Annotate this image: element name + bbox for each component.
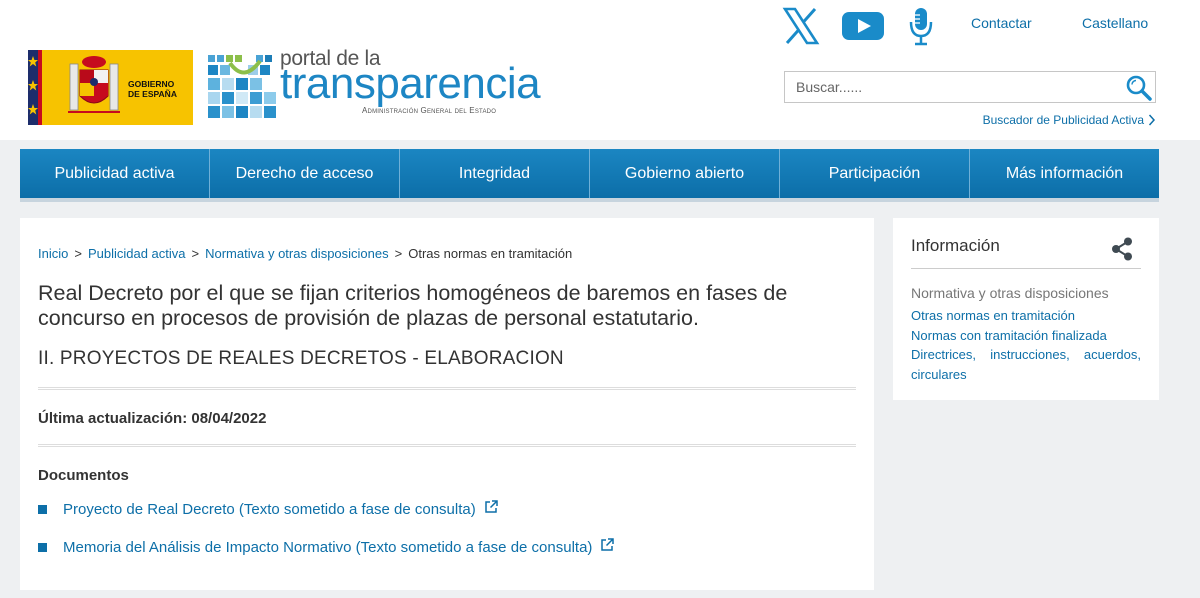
gobierno-espana-logo[interactable]: GOBIERNO DE ESPAÑA	[28, 50, 193, 125]
divider	[38, 387, 856, 390]
divider	[38, 444, 856, 447]
side-link-otras-normas[interactable]: Otras normas en tramitación	[911, 306, 1141, 326]
breadcrumb-normativa[interactable]: Normativa y otras disposiciones	[205, 246, 389, 261]
social-links	[782, 6, 934, 51]
main-content: Inicio > Publicidad activa > Normativa y…	[20, 218, 874, 590]
buscador-publicidad-activa-link[interactable]: Buscador de Publicidad Activa	[983, 113, 1156, 127]
information-panel-title: Información	[911, 236, 1000, 255]
external-link-icon[interactable]	[600, 538, 615, 556]
header: Contactar Castellano GOBIERNO DE ESPAÑA	[0, 0, 1200, 140]
portal-logo-line2: transparencia	[280, 59, 541, 108]
breadcrumb-current: Otras normas en tramitación	[408, 246, 573, 261]
breadcrumb-separator: >	[394, 246, 403, 261]
page-title: Real Decreto por el que se fijan criteri…	[38, 281, 788, 330]
nav-item-publicidad-activa[interactable]: Publicidad activa	[20, 149, 210, 198]
side-link-directrices[interactable]: Directrices, instrucciones, acuerdos, ci…	[911, 345, 1141, 384]
document-link-memoria[interactable]: Memoria del Análisis de Impacto Normativ…	[63, 539, 592, 556]
podcast-microphone-icon[interactable]	[908, 6, 934, 51]
chevron-right-icon	[1148, 114, 1156, 126]
side-links: Otras normas en tramitación Normas con t…	[911, 306, 1141, 384]
document-link-proyecto[interactable]: Proyecto de Real Decreto (Texto sometido…	[63, 501, 476, 518]
nav-item-mas-informacion[interactable]: Más información	[970, 149, 1159, 198]
search-icon[interactable]	[1125, 74, 1153, 102]
gov-logo-text-line1: GOBIERNO	[128, 79, 175, 89]
gov-logo-text-line2: DE ESPAÑA	[128, 89, 177, 99]
document-item: Memoria del Análisis de Impacto Normativ…	[38, 538, 615, 556]
bullet-square-icon	[38, 504, 47, 514]
buscador-link-label: Buscador de Publicidad Activa	[982, 113, 1144, 127]
contact-link[interactable]: Contactar	[971, 15, 1032, 31]
nav-item-participacion[interactable]: Participación	[780, 149, 970, 198]
divider	[911, 268, 1141, 269]
external-link-icon[interactable]	[484, 500, 498, 518]
youtube-icon[interactable]	[842, 11, 884, 46]
language-selector[interactable]: Castellano	[1082, 15, 1148, 31]
search-input[interactable]	[785, 72, 1116, 102]
bullet-square-icon	[38, 542, 47, 552]
portal-transparencia-logo[interactable]: portal de la transparencia Administració…	[208, 47, 548, 130]
breadcrumb-publicidad-activa[interactable]: Publicidad activa	[88, 246, 186, 261]
document-item: Proyecto de Real Decreto (Texto sometido…	[38, 500, 498, 518]
share-icon[interactable]	[1111, 237, 1133, 266]
search-box	[784, 71, 1156, 103]
breadcrumb: Inicio > Publicidad activa > Normativa y…	[38, 246, 572, 261]
x-twitter-icon[interactable]	[782, 7, 820, 50]
main-navigation: Publicidad activa Derecho de acceso Inte…	[20, 149, 1159, 202]
breadcrumb-separator: >	[191, 246, 200, 261]
side-section-label: Normativa y otras disposiciones	[911, 285, 1109, 301]
nav-item-integridad[interactable]: Integridad	[400, 149, 590, 198]
information-panel: Información Normativa y otras disposicio…	[893, 218, 1159, 400]
portal-logo-line3: Administración General del Estado	[362, 106, 497, 115]
last-updated: Última actualización: 08/04/2022	[38, 410, 267, 427]
nav-item-derecho-de-acceso[interactable]: Derecho de acceso	[210, 149, 400, 198]
page-subtitle: II. PROYECTOS DE REALES DECRETOS - ELABO…	[38, 348, 564, 369]
documents-heading: Documentos	[38, 467, 129, 484]
side-link-normas-finalizadas[interactable]: Normas con tramitación finalizada	[911, 326, 1141, 346]
nav-item-gobierno-abierto[interactable]: Gobierno abierto	[590, 149, 780, 198]
breadcrumb-inicio[interactable]: Inicio	[38, 246, 68, 261]
breadcrumb-separator: >	[74, 246, 82, 261]
